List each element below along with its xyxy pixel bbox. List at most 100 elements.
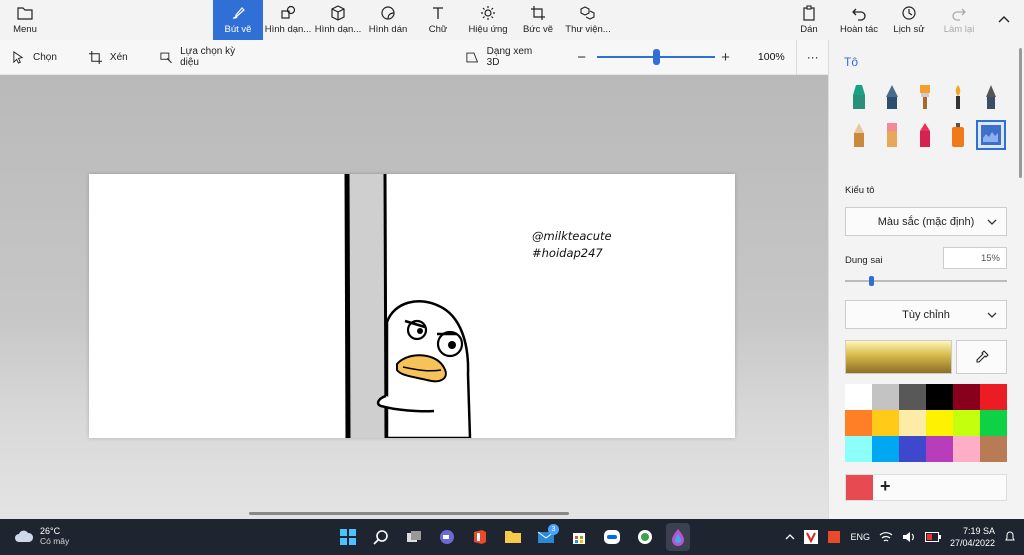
tool-canvas[interactable]: Bức vẽ	[513, 0, 563, 40]
eraser-brush[interactable]	[877, 120, 907, 150]
weather-widget[interactable]: 26°C Có mây	[14, 526, 69, 546]
color-swatch[interactable]	[980, 436, 1007, 462]
tool-text[interactable]: Chữ	[413, 0, 463, 40]
color-swatch[interactable]	[899, 410, 926, 436]
zoom-out-button[interactable]: −	[572, 49, 591, 66]
custom-color-swatch[interactable]	[846, 475, 873, 500]
coccoc-button[interactable]	[633, 523, 657, 551]
spray-can-icon	[952, 123, 964, 147]
tool-brushes[interactable]: Bút vẽ	[213, 0, 263, 40]
more-options-button[interactable]: ···	[797, 50, 828, 64]
undo-button[interactable]: Hoàn tác	[834, 0, 884, 40]
zoom-in-button[interactable]: +	[716, 49, 735, 66]
paste-button[interactable]: Dán	[784, 0, 834, 40]
view-3d-button[interactable]: Dạng xem 3D	[454, 46, 556, 68]
app-tray-icon[interactable]	[827, 530, 841, 544]
wifi-icon[interactable]	[879, 531, 893, 543]
clock[interactable]: 7:19 SA 27/04/2022	[950, 525, 995, 549]
crayon-brush[interactable]	[910, 120, 940, 150]
horizontal-scrollbar[interactable]	[249, 512, 569, 515]
pencil-brush[interactable]	[844, 120, 874, 150]
mail-button[interactable]: 3	[534, 523, 559, 551]
tolerance-slider-thumb[interactable]	[869, 276, 875, 286]
select-button[interactable]: Chọn	[0, 50, 69, 64]
cursor-icon	[13, 50, 24, 64]
store-button[interactable]	[567, 523, 591, 551]
current-color-swatch[interactable]	[845, 340, 952, 374]
notifications-icon[interactable]	[1004, 531, 1016, 543]
color-swatch[interactable]	[980, 384, 1007, 410]
drawing-canvas[interactable]: @milkteacute #hoidap247	[89, 174, 735, 438]
undo-icon	[852, 8, 866, 21]
tool-3d-library[interactable]: Thư viện...	[563, 0, 613, 40]
collapse-toolbar-button[interactable]	[984, 0, 1024, 40]
magic-select-button[interactable]: Lựa chọn kỳ diệu	[140, 46, 265, 68]
tool-2d-shapes[interactable]: Hình dạn...	[263, 0, 313, 40]
search-button[interactable]	[369, 523, 393, 551]
crop-button[interactable]: Xén	[69, 50, 140, 64]
tolerance-label: Dung sai	[845, 255, 883, 266]
history-button[interactable]: Lịch sử	[884, 0, 934, 40]
task-view-button[interactable]	[402, 523, 426, 551]
add-color-button[interactable]: +	[880, 476, 891, 497]
color-swatch[interactable]	[926, 384, 953, 410]
zoom-slider[interactable]	[597, 49, 716, 65]
office-button[interactable]	[468, 523, 492, 551]
menu-button[interactable]: Menu	[0, 0, 50, 40]
file-explorer-button[interactable]	[501, 523, 525, 551]
start-button[interactable]	[336, 523, 360, 551]
custom-dropdown-value: Tùy chỉnh	[902, 308, 950, 321]
battery-icon[interactable]	[924, 532, 941, 542]
tool-effects[interactable]: Hiệu ứng	[463, 0, 513, 40]
chevron-up-icon[interactable]	[785, 532, 795, 542]
oil-brush[interactable]	[910, 82, 940, 112]
tolerance-input[interactable]: 15%	[943, 247, 1007, 269]
custom-dropdown[interactable]: Tùy chỉnh	[845, 300, 1007, 329]
sticker-icon	[381, 6, 395, 20]
watercolor-brush[interactable]	[943, 82, 973, 112]
tool-3d-shapes[interactable]: Hình dạn...	[313, 0, 363, 40]
color-swatch[interactable]	[899, 384, 926, 410]
pixel-pen-icon	[986, 85, 996, 109]
language-indicator[interactable]: ENG	[850, 532, 870, 542]
color-swatch[interactable]	[845, 384, 872, 410]
color-swatch[interactable]	[899, 436, 926, 462]
color-swatch[interactable]	[926, 436, 953, 462]
color-swatch[interactable]	[845, 410, 872, 436]
redo-button[interactable]: Làm lại	[934, 0, 984, 40]
color-swatch[interactable]	[872, 384, 899, 410]
watercolor-icon	[955, 85, 961, 109]
view-3d-label: Dạng xem 3D	[486, 46, 533, 68]
library-icon	[580, 6, 595, 20]
calligraphy-pen-brush[interactable]	[877, 82, 907, 112]
pixel-pen-brush[interactable]	[976, 82, 1006, 112]
zalo-button[interactable]	[600, 523, 624, 551]
color-swatch[interactable]	[872, 436, 899, 462]
marker-brush[interactable]	[844, 82, 874, 112]
spray-can-brush[interactable]	[943, 120, 973, 150]
color-swatch[interactable]	[926, 410, 953, 436]
zoom-percent[interactable]: 100%	[752, 51, 790, 63]
chat-button[interactable]	[435, 523, 459, 551]
secondary-toolbar: Chọn Xén Lựa chọn kỳ diệu Dạng xem 3D − …	[0, 39, 828, 75]
volume-icon[interactable]	[902, 531, 916, 543]
browser-icon	[638, 530, 652, 544]
panel-scrollbar[interactable]	[1019, 48, 1022, 178]
tool-stickers[interactable]: Hình dán	[363, 0, 413, 40]
brush-type-dropdown[interactable]: Màu sắc (mặc định)	[845, 207, 1007, 236]
eyedropper-button[interactable]	[956, 340, 1007, 374]
color-swatch[interactable]	[980, 410, 1007, 436]
paint3d-button[interactable]	[666, 523, 690, 551]
color-swatch[interactable]	[953, 384, 980, 410]
cube-icon	[331, 5, 345, 21]
color-swatch[interactable]	[845, 436, 872, 462]
fill-bucket-brush[interactable]	[976, 120, 1006, 150]
color-swatch[interactable]	[872, 410, 899, 436]
color-swatch[interactable]	[953, 410, 980, 436]
antivirus-icon[interactable]	[804, 530, 819, 544]
tool-3d-shapes-label: Hình dạn...	[314, 24, 362, 35]
brush-grid	[844, 82, 1009, 150]
eraser-icon	[887, 123, 897, 147]
zoom-slider-thumb[interactable]	[652, 49, 660, 65]
color-swatch[interactable]	[953, 436, 980, 462]
